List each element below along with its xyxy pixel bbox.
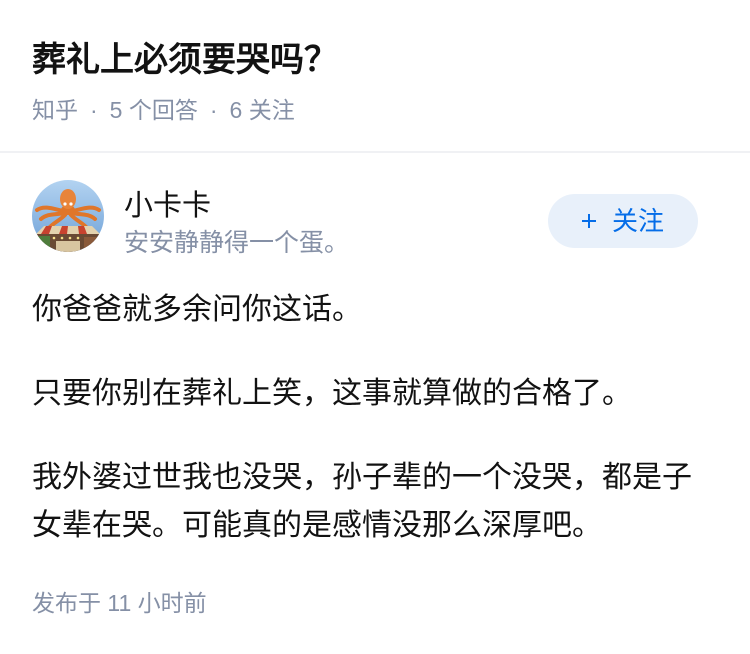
meta-separator: · bbox=[90, 97, 98, 123]
site-name[interactable]: 知乎 bbox=[32, 97, 78, 123]
plus-icon bbox=[581, 214, 596, 228]
author-name[interactable]: 小卡卡 bbox=[124, 188, 211, 224]
answer-paragraph: 你爸爸就多余问你这话。 bbox=[32, 293, 362, 326]
meta-separator: · bbox=[209, 97, 218, 123]
follow-button-label: 关注 bbox=[611, 206, 664, 236]
answer-page: 葬礼上必须要哭吗？ 知乎 · 5 个回答 · 6 关注 小卡卡 安安静静得一个蛋… bbox=[0, 0, 750, 654]
answer-content: 你爸爸就多余问你这话。 只要你别在葬礼上笑，这事就算做的合格了。 我外婆过世我也… bbox=[32, 286, 704, 586]
divider bbox=[0, 151, 750, 153]
question-meta: 知乎 · 5 个回答 · 6 关注 bbox=[32, 95, 295, 125]
avatar[interactable] bbox=[32, 180, 104, 252]
answer-paragraph: 我外婆过世我也没哭，孙子辈的一个没哭，都是子女辈在哭。可能真的是感情没那么深厚吧… bbox=[32, 461, 692, 542]
follow-button[interactable]: 关注 bbox=[548, 194, 698, 248]
follower-count[interactable]: 6 关注 bbox=[230, 97, 295, 123]
author-bio: 安安静静得一个蛋。 bbox=[124, 229, 350, 257]
answer-count[interactable]: 5 个回答 bbox=[110, 97, 198, 123]
question-title[interactable]: 葬礼上必须要哭吗？ bbox=[32, 38, 338, 82]
answer-paragraph: 只要你别在葬礼上笑，这事就算做的合格了。 bbox=[32, 377, 632, 410]
publish-time: 发布于 11 小时前 bbox=[32, 590, 207, 616]
